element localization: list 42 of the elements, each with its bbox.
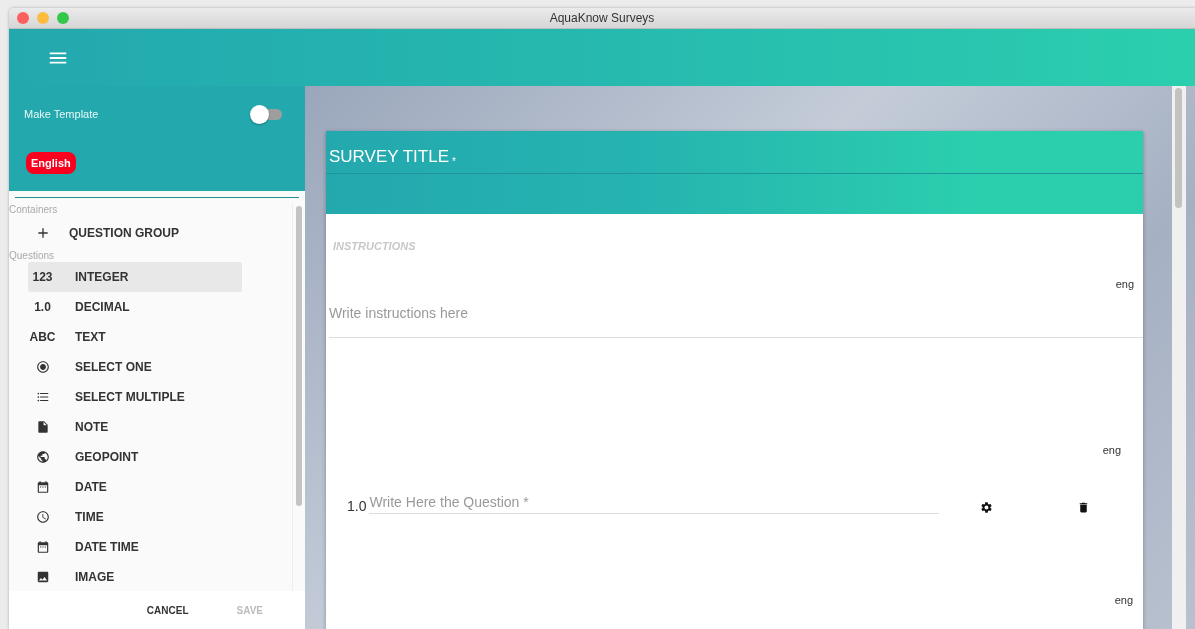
calendar-icon: [35, 540, 50, 554]
instructions-field[interactable]: Write instructions here: [329, 290, 1143, 338]
globe-icon: [35, 450, 50, 464]
required-mark: *: [452, 156, 456, 167]
question-type-item[interactable]: NOTE: [28, 412, 242, 442]
question-type-item[interactable]: SELECT ONE: [28, 352, 242, 382]
language-code: eng: [1102, 444, 1121, 456]
section-label: Questions: [9, 250, 56, 262]
question-type-item[interactable]: DATE: [28, 472, 242, 502]
language-badge[interactable]: English: [26, 152, 76, 174]
question-type-item[interactable]: ABC TEXT: [28, 322, 242, 352]
window-title: AquaKnow Surveys: [549, 11, 655, 25]
make-template-label: Make Template: [24, 108, 99, 120]
question-field[interactable]: Write Here the Question *: [369, 494, 940, 514]
settings-icon[interactable]: [980, 501, 994, 514]
scrollbar-thumb[interactable]: [296, 206, 302, 506]
radio-icon: [35, 360, 50, 374]
make-template-switch[interactable]: [250, 104, 282, 124]
document-icon: [35, 420, 50, 434]
question-type-item[interactable]: SELECT MULTIPLE: [28, 382, 242, 412]
list-icon: [35, 390, 50, 404]
question-number: 1.0: [347, 498, 367, 514]
section-label: Containers: [9, 204, 59, 216]
question-type-item[interactable]: 1.0 DECIMAL: [28, 292, 242, 322]
calendar-icon: [35, 480, 50, 494]
scrollbar-thumb[interactable]: [1175, 88, 1182, 208]
question-type-item[interactable]: DATE TIME: [28, 532, 242, 562]
type-glyph: ABC: [29, 330, 56, 344]
language-code: eng: [1115, 278, 1134, 290]
type-glyph: 1.0: [34, 300, 51, 314]
image-icon: [35, 570, 50, 584]
maximize-window-button[interactable]: [57, 12, 69, 24]
question-type-item[interactable]: TIME: [28, 502, 242, 532]
question-type-item[interactable]: GEOPOINT: [28, 442, 242, 472]
question-type-item[interactable]: 123 INTEGER: [28, 262, 242, 292]
clock-icon: [35, 510, 50, 524]
cancel-button[interactable]: CANCEL: [138, 598, 197, 622]
question-group-item[interactable]: QUESTION GROUP: [35, 216, 249, 250]
language-code: eng: [1114, 594, 1133, 606]
minimize-window-button[interactable]: [37, 12, 49, 24]
close-window-button[interactable]: [17, 12, 29, 24]
type-glyph: 123: [32, 270, 53, 284]
